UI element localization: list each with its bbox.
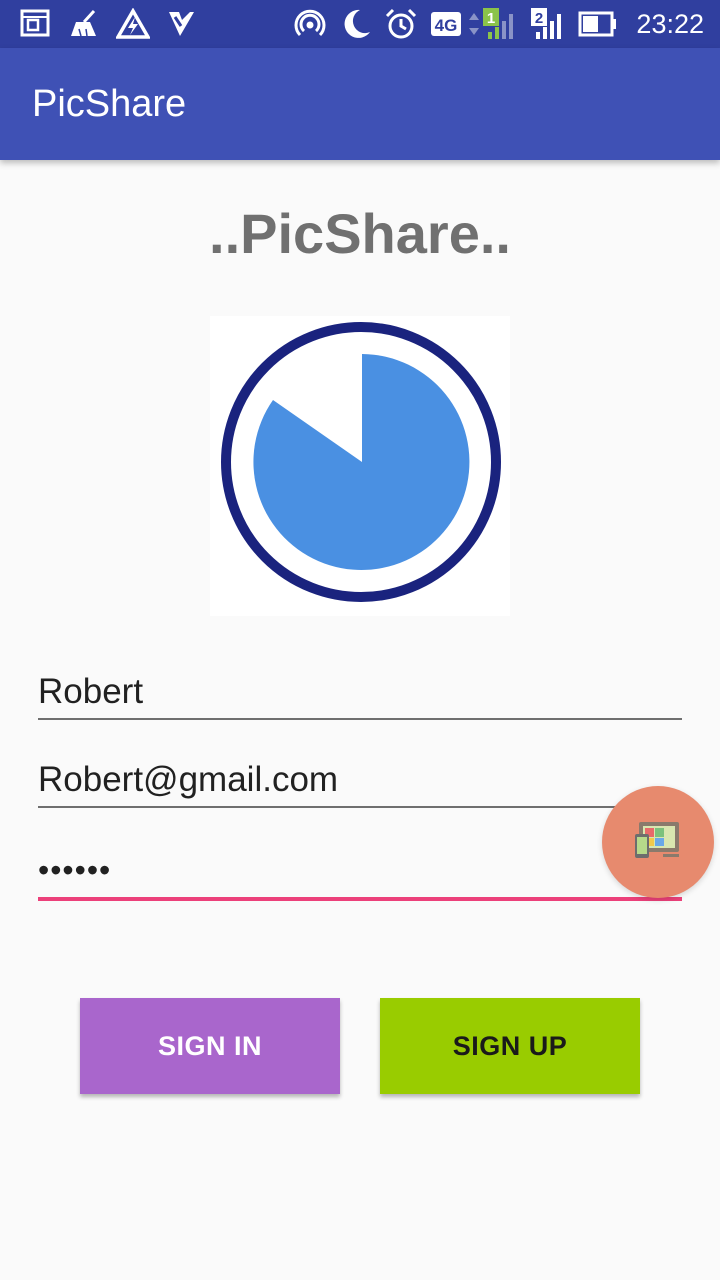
email-underline	[38, 806, 682, 808]
username-field[interactable]	[38, 668, 682, 716]
battery-icon	[578, 8, 618, 40]
signal-sim2-icon: 2	[530, 8, 570, 40]
email-field[interactable]	[38, 756, 682, 804]
svg-text:4G: 4G	[435, 16, 458, 35]
svg-text:2: 2	[535, 10, 543, 27]
floating-mirror-button[interactable]	[602, 786, 714, 898]
sign-up-button[interactable]: SIGN UP	[380, 998, 640, 1094]
screen-mirror-icon	[635, 822, 679, 858]
password-field[interactable]: ••••••	[38, 846, 682, 894]
page-headline: ..PicShare..	[209, 202, 511, 265]
username-underline	[38, 718, 682, 720]
moon-icon	[338, 8, 372, 40]
alarm-icon	[384, 8, 418, 40]
screen-icon	[20, 8, 52, 40]
sign-in-button[interactable]: SIGN IN	[80, 998, 340, 1094]
password-underline	[38, 897, 682, 901]
status-bar: 4G 1 2 23:22	[0, 0, 720, 48]
network-4g-icon: 4G	[430, 8, 480, 40]
app-title: PicShare	[32, 83, 187, 125]
picshare-logo-icon	[210, 316, 510, 616]
status-time: 23:22	[636, 9, 704, 39]
cleaner-icon	[68, 8, 100, 40]
signal-sim1-icon: 1	[482, 8, 522, 40]
app-bar: PicShare	[0, 48, 720, 160]
hotspot-icon	[294, 8, 326, 40]
svg-text:1: 1	[487, 10, 495, 27]
alert-icon	[116, 8, 150, 40]
check-icon	[166, 8, 196, 40]
